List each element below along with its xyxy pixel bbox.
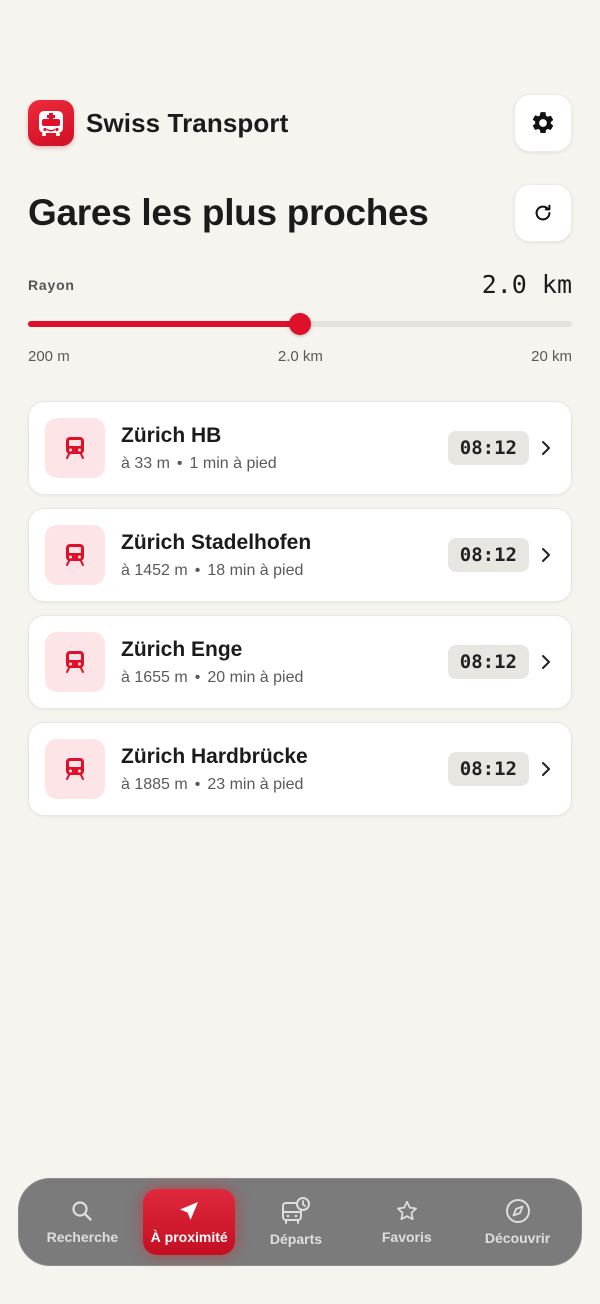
location-arrow-icon [180,1202,199,1220]
radius-slider[interactable] [28,313,572,335]
separator-dot: • [194,775,201,793]
station-walk-time: 23 min à pied [207,775,304,793]
nav-item-favoris[interactable]: Favoris [357,1189,457,1255]
nav-label: Départs [269,1231,323,1247]
nav-item-decouvrir[interactable]: Découvrir [468,1189,568,1255]
radius-value: 2.0 km [481,270,572,299]
nav-label: À proximité [150,1229,228,1245]
separator-dot: • [194,668,201,686]
chevron-right-icon [541,761,555,777]
slider-max-label: 20 km [531,348,572,365]
station-walk-time: 1 min à pied [189,454,277,472]
star-icon [396,1200,417,1221]
station-name: Zürich Stadelhofen [121,530,312,554]
nav-item-departs[interactable]: Départs [246,1189,346,1255]
title-row: Gares les plus proches [28,184,572,242]
station-distance: à 1655 m [121,668,188,686]
station-meta: à 1452 m • 18 min à pied [121,562,448,580]
brand: Swiss Transport [28,100,288,146]
station-name: Zürich Hardbrücke [121,744,308,768]
chevron-right-icon [541,547,555,563]
slider-min-label: 200 m [28,348,70,365]
app-header: Swiss Transport [28,93,572,153]
nav-label: Découvrir [484,1230,551,1246]
radius-label: Rayon [28,277,75,293]
app-title: Swiss Transport [86,107,289,138]
app-logo-icon [28,100,74,146]
station-distance: à 1452 m [121,561,188,579]
station-distance: à 33 m [121,454,170,472]
slider-thumb[interactable] [289,313,311,335]
station-name: Zürich Enge [121,637,243,661]
nav-item-a-proximite[interactable]: À proximité [143,1189,236,1255]
departure-time-badge: 08:12 [447,645,529,679]
chevron-right-icon [541,654,555,670]
station-card[interactable]: Zürich Stadelhofen à 1452 m • 18 min à pie… [28,508,572,602]
station-meta: à 1885 m • 23 min à pied [121,776,448,794]
station-walk-time: 18 min à pied [207,561,304,579]
separator-dot: • [194,561,201,579]
compass-icon [505,1199,530,1223]
slider-mid-label: 2.0 km [277,348,323,365]
page-title: Gares les plus proches [28,192,429,233]
slider-fill [28,321,300,327]
station-card[interactable]: Zürich Hardbrücke à 1885 m • 23 min à pied… [28,722,572,816]
station-card[interactable]: Zürich HB à 33 m • 1 min à pied 08:12 [28,401,572,495]
nav-label: Recherche [46,1229,119,1245]
station-walk-time: 20 min à pied [207,668,304,686]
train-icon [45,418,105,478]
separator-dot: • [176,454,183,472]
train-icon [45,739,105,799]
slider-labels: 200 m 2.0 km 20 km [28,348,572,365]
gear-icon [532,112,554,134]
station-info: Zürich HB à 33 m • 1 min à pied [121,424,448,473]
station-card[interactable]: Zürich Enge à 1655 m • 20 min à pied 08:12 [28,615,572,709]
station-name: Zürich HB [121,423,222,447]
station-info: Zürich Stadelhofen à 1452 m • 18 min à pie… [121,531,448,580]
bottom-nav: Recherche À proximité Départs Favoris Dé… [18,1178,582,1266]
departure-time-badge: 08:12 [447,538,529,572]
station-info: Zürich Hardbrücke à 1885 m • 23 min à pied [121,745,448,794]
departure-time-badge: 08:12 [447,431,529,465]
nav-item-recherche[interactable]: Recherche [32,1189,132,1255]
station-meta: à 33 m • 1 min à pied [121,455,448,473]
train-icon [45,632,105,692]
nav-label: Favoris [381,1229,432,1245]
chevron-right-icon [541,440,555,456]
station-meta: à 1655 m • 20 min à pied [121,669,448,687]
station-info: Zürich Enge à 1655 m • 20 min à pied [121,638,448,687]
settings-button[interactable] [514,94,572,152]
station-distance: à 1885 m [121,775,188,793]
search-icon [72,1201,93,1221]
bus-clock-icon [281,1197,310,1224]
refresh-icon [535,204,551,221]
departure-time-badge: 08:12 [447,752,529,786]
station-list: Zürich HB à 33 m • 1 min à pied 08:12 Züri… [28,401,572,816]
refresh-button[interactable] [514,184,572,242]
train-icon [45,525,105,585]
